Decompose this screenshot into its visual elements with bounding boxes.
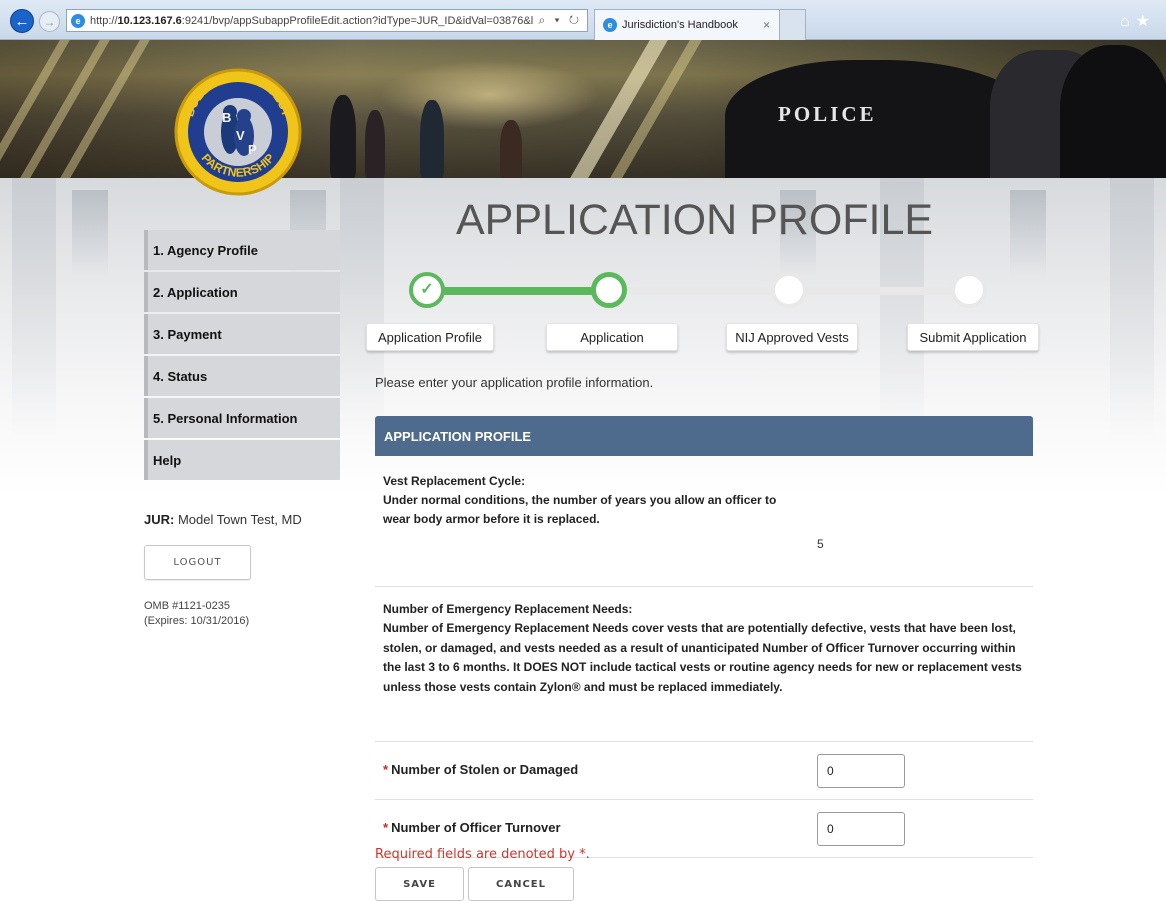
checkmark-icon: ✓ (420, 281, 434, 298)
sidebar-item-label: 1. Agency Profile (153, 242, 258, 258)
vest-replacement-cycle-row: Vest Replacement Cycle: Under normal con… (375, 456, 1033, 587)
sidebar-item-label: 2. Application (153, 284, 238, 300)
tab-close-icon[interactable]: × (763, 18, 770, 32)
required-asterisk: * (383, 820, 389, 835)
intro-text: Please enter your application profile in… (375, 375, 654, 390)
sidebar-item-label: 5. Personal Information (153, 410, 298, 426)
step-label-application[interactable]: Application (546, 323, 678, 351)
page-title: APPLICATION PROFILE (456, 196, 934, 244)
step-3-marker (771, 272, 807, 308)
sidebar-item-help[interactable]: Help (144, 440, 340, 480)
stolen-damaged-row: * Number of Stolen or Damaged (375, 742, 1033, 800)
emergency-needs-row: Number of Emergency Replacement Needs: N… (375, 587, 1033, 742)
police-text: POLICE (778, 102, 877, 126)
tab-favicon-icon: e (603, 18, 617, 32)
cycle-title: Vest Replacement Cycle: (383, 474, 526, 488)
step-4-marker (951, 272, 987, 308)
cancel-button[interactable]: CANCEL (468, 867, 574, 901)
address-tools-icons[interactable]: ⌕ ▾ ↻ (533, 13, 587, 28)
sidebar-item-payment[interactable]: 3. Payment (144, 314, 340, 354)
sidebar-item-agency-profile[interactable]: 1. Agency Profile (144, 230, 340, 270)
back-arrow-icon[interactable]: ← (10, 9, 34, 33)
sidebar-item-label: 4. Status (153, 368, 208, 384)
bulletproof-vest-partnership-logo: BULLETPROOF VEST PARTNERSHIP B V P (174, 68, 302, 196)
sidebar-item-application[interactable]: 2. Application (144, 272, 340, 312)
jurisdiction-info: JUR: Model Town Test, MD (144, 512, 302, 527)
required-asterisk: * (383, 762, 389, 777)
url-text: http://10.123.167.6:9241/bvp/appSubappPr… (90, 14, 534, 27)
internet-explorer-icon: e (71, 13, 85, 28)
step-label-nij-approved-vests[interactable]: NIJ Approved Vests (726, 323, 858, 351)
cycle-value: 5 (817, 537, 824, 551)
step-1-marker: ✓ (409, 272, 445, 308)
step-2-marker (591, 272, 627, 308)
panel-heading: APPLICATION PROFILE (375, 416, 1033, 456)
officer-turnover-input[interactable] (817, 812, 905, 846)
jurisdiction-label: JUR: (144, 512, 175, 527)
sidebar-item-label: Help (153, 452, 182, 468)
omb-info: OMB #1121-0235 (Expires: 10/31/2016) (144, 599, 249, 629)
stepper-track-done (427, 287, 611, 295)
officer-turnover-label: * Number of Officer Turnover (383, 820, 561, 835)
omb-expires: (Expires: 10/31/2016) (144, 615, 250, 627)
application-profile-panel: APPLICATION PROFILE Vest Replacement Cyc… (375, 416, 1033, 858)
sidebar-nav: 1. Agency Profile 2. Application 3. Paym… (144, 230, 340, 482)
emergency-description: Number of Emergency Replacement Needs co… (383, 621, 1022, 694)
save-button[interactable]: SAVE (375, 867, 464, 901)
logo-initial-p: P (248, 142, 257, 157)
stolen-damaged-label: * Number of Stolen or Damaged (383, 762, 579, 777)
address-bar[interactable]: e http://10.123.167.6:9241/bvp/appSubapp… (66, 9, 588, 32)
logo-initial-v: V (236, 128, 245, 143)
new-tab-button[interactable] (780, 9, 806, 40)
sidebar-item-status[interactable]: 4. Status (144, 356, 340, 396)
forward-arrow-icon[interactable]: → (39, 11, 60, 32)
stolen-damaged-input[interactable] (817, 754, 905, 788)
step-label-submit-application[interactable]: Submit Application (907, 323, 1039, 351)
sidebar-item-personal-information[interactable]: 5. Personal Information (144, 398, 340, 438)
sidebar-item-label: 3. Payment (153, 326, 222, 342)
omb-number: OMB #1121-0235 (144, 600, 231, 612)
logo-initial-b: B (222, 110, 231, 125)
logout-button[interactable]: LOGOUT (144, 545, 251, 580)
cycle-description: Under normal conditions, the number of y… (383, 493, 777, 526)
emergency-title: Number of Emergency Replacement Needs: (383, 602, 633, 616)
home-favorites-icons[interactable]: ⌂★ (1120, 11, 1156, 31)
tab-title: Jurisdiction's Handbook (622, 19, 738, 31)
step-label-application-profile[interactable]: Application Profile (366, 323, 494, 351)
browser-tab[interactable]: e Jurisdiction's Handbook × (594, 9, 780, 40)
browser-toolbar: ← → e http://10.123.167.6:9241/bvp/appSu… (0, 0, 1166, 40)
progress-stepper: ✓ Application Profile Application NIJ Ap… (366, 268, 1040, 352)
required-fields-note: Required fields are denoted by *. (375, 847, 590, 862)
jurisdiction-name: Model Town Test, MD (177, 512, 302, 527)
